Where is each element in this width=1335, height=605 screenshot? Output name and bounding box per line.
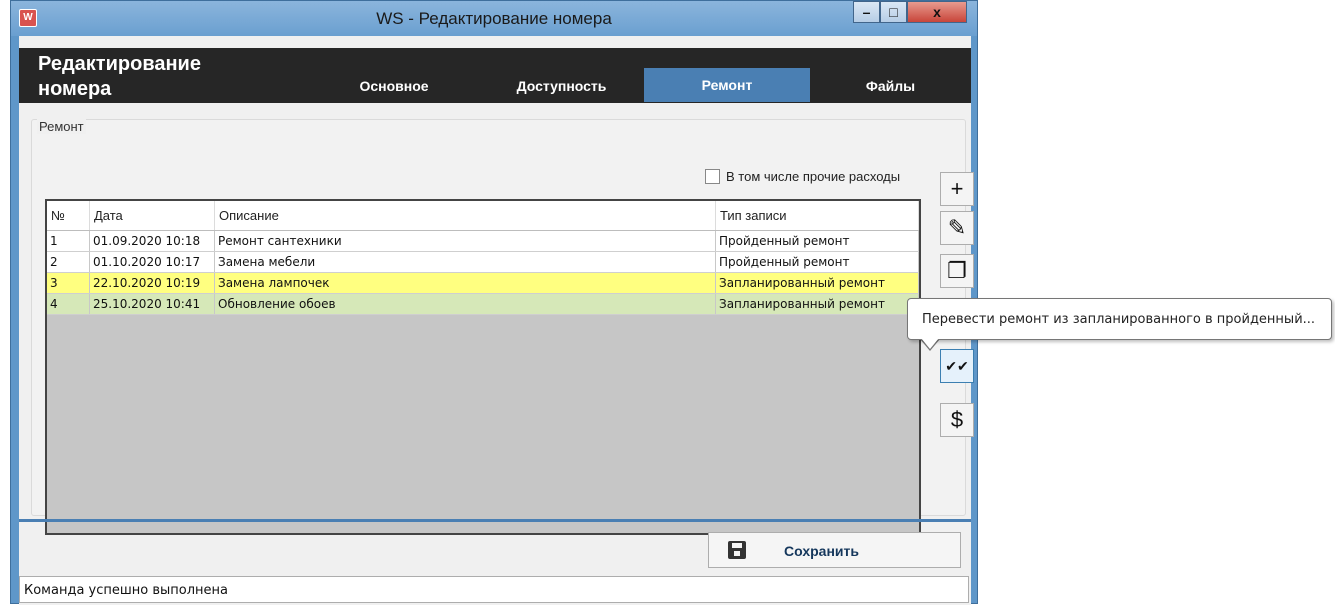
cell-date: 01.09.2020 10:18 (89, 230, 215, 252)
cell-num: 3 (47, 272, 90, 294)
include-other-expenses-checkbox[interactable]: В том числе прочие расходы (705, 169, 900, 184)
copy-icon: ❐ (947, 258, 967, 283)
repair-group: Ремонт В том числе прочие расходы № Дата… (31, 119, 966, 535)
page-title: Редактирование номера (38, 53, 201, 100)
table-row[interactable]: 4 25.10.2020 10:41 Обновление обоев Запл… (47, 293, 919, 315)
footer-separator (19, 519, 971, 522)
window-title: WS - Редактирование номера (376, 9, 612, 28)
cell-type: Пройденный ремонт (715, 230, 919, 252)
cell-type: Пройденный ремонт (715, 251, 919, 273)
cell-num: 1 (47, 230, 90, 252)
cell-date: 01.10.2020 10:17 (89, 251, 215, 273)
cell-description: Обновление обоев (214, 293, 716, 315)
client-area: Редактирование номера Основное Доступнос… (19, 36, 974, 605)
cell-description: Ремонт сантехники (214, 230, 716, 252)
column-header-description[interactable]: Описание (214, 201, 716, 231)
expenses-button[interactable]: $ (940, 403, 974, 437)
app-window: W WS - Редактирование номера – □ x Редак… (10, 0, 978, 605)
repair-group-label: Ремонт (37, 119, 86, 134)
save-button-label: Сохранить (784, 543, 859, 559)
status-bar: Команда успешно выполнена (19, 576, 969, 603)
table-row[interactable]: 1 01.09.2020 10:18 Ремонт сантехники Про… (47, 230, 919, 252)
cell-description: Замена лампочек (214, 272, 716, 294)
checkbox-label: В том числе прочие расходы (726, 169, 901, 184)
mark-completed-button[interactable]: ✔✔ (940, 349, 974, 383)
edit-repair-button[interactable]: ✎ (940, 211, 974, 245)
table-header-row: № Дата Описание Тип записи (47, 201, 919, 231)
table-row[interactable]: 2 01.10.2020 10:17 Замена мебели Пройден… (47, 251, 919, 273)
double-check-icon: ✔✔ (945, 357, 969, 374)
tooltip: Перевести ремонт из запланированного в п… (907, 298, 1332, 340)
tab-files[interactable]: Файлы (810, 69, 971, 103)
minimize-button[interactable]: – (853, 1, 880, 23)
tab-availability[interactable]: Доступность (479, 69, 644, 103)
tab-repair[interactable]: Ремонт (644, 68, 810, 102)
page-header: Редактирование номера Основное Доступнос… (19, 48, 971, 103)
dollar-icon: $ (950, 407, 964, 432)
cell-type: Запланированный ремонт (715, 293, 919, 315)
tooltip-tail-inner (921, 338, 939, 349)
cell-type: Запланированный ремонт (715, 272, 919, 294)
tab-main[interactable]: Основное (309, 69, 479, 103)
column-header-type[interactable]: Тип записи (715, 201, 919, 231)
pencil-icon: ✎ (947, 215, 967, 240)
checkbox-box[interactable] (705, 169, 720, 184)
column-header-date[interactable]: Дата (89, 201, 215, 231)
repair-table[interactable]: № Дата Описание Тип записи 1 01.09.2020 … (45, 199, 921, 535)
maximize-button[interactable]: □ (880, 1, 907, 23)
cell-num: 4 (47, 293, 90, 315)
title-bar[interactable]: W WS - Редактирование номера – □ x (11, 1, 977, 36)
floppy-disk-icon (728, 541, 746, 559)
plus-icon: + (950, 176, 964, 201)
cell-num: 2 (47, 251, 90, 273)
copy-repair-button[interactable]: ❐ (940, 254, 974, 288)
close-button[interactable]: x (907, 1, 967, 23)
add-repair-button[interactable]: + (940, 172, 974, 206)
cell-date: 25.10.2020 10:41 (89, 293, 215, 315)
save-button[interactable]: Сохранить (708, 532, 961, 568)
column-header-num[interactable]: № (47, 201, 90, 231)
cell-date: 22.10.2020 10:19 (89, 272, 215, 294)
table-row[interactable]: 3 22.10.2020 10:19 Замена лампочек Запла… (47, 272, 919, 294)
cell-description: Замена мебели (214, 251, 716, 273)
